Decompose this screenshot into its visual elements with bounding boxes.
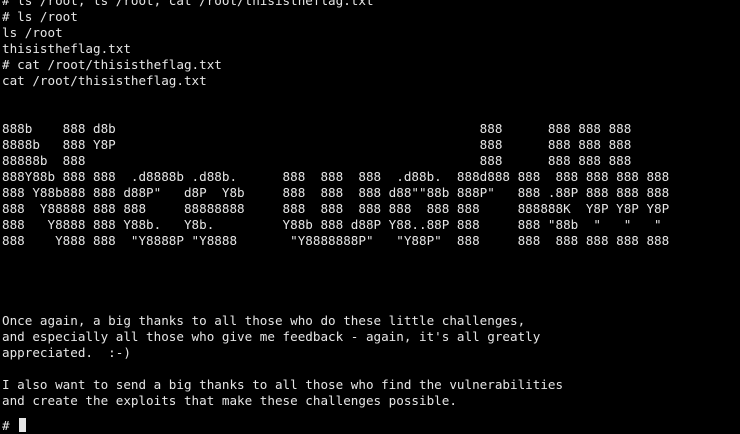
message-line: Once again, a big thanks to all those wh… <box>2 313 526 328</box>
message-line: and especially all those who give me fee… <box>2 329 541 344</box>
terminal-output: # ls /root; ls /root; cat /root/thisisth… <box>2 0 740 425</box>
terminal-line: # ls /root <box>2 9 78 24</box>
ascii-art-line: 888b 888 d8b 888 888 888 888 <box>2 121 632 136</box>
text-cursor <box>19 418 27 432</box>
ascii-art-line: 888 Y88888 888 888 88888888 888 888 888 … <box>2 201 670 216</box>
terminal-line: thisistheflag.txt <box>2 41 131 56</box>
terminal-line: ls /root <box>2 25 63 40</box>
ascii-art-line: 888 Y88b888 888 d88P" d8P Y8b 888 888 88… <box>2 185 670 200</box>
message-line: I also want to send a big thanks to all … <box>2 377 564 392</box>
command-prompt[interactable]: # <box>2 418 27 434</box>
terminal-line: cat /root/thisistheflag.txt <box>2 73 207 88</box>
message-line: appreciated. :-) <box>2 345 131 360</box>
ascii-art-line: 888Y88b 888 888 .d8888b .d88b. 888 888 8… <box>2 169 670 184</box>
ascii-art-line: 888 Y888 888 "Y8888P "Y8888 "Y8888888P" … <box>2 233 670 248</box>
terminal-line: # ls /root; ls /root; cat /root/thisisth… <box>2 0 374 8</box>
ascii-art-line: 8888b 888 Y8P 888 888 888 888 <box>2 137 632 152</box>
terminal-window[interactable]: # ls /root; ls /root; cat /root/thisisth… <box>0 0 740 434</box>
message-line: and create the exploits that make these … <box>2 393 457 408</box>
ascii-art-line: 88888b 888 888 888 888 888 <box>2 153 632 168</box>
terminal-line: # cat /root/thisistheflag.txt <box>2 57 222 72</box>
ascii-art-line: 888 Y8888 888 Y88b. Y8b. Y88b 888 d88P Y… <box>2 217 662 232</box>
prompt-symbol: # <box>2 418 10 433</box>
